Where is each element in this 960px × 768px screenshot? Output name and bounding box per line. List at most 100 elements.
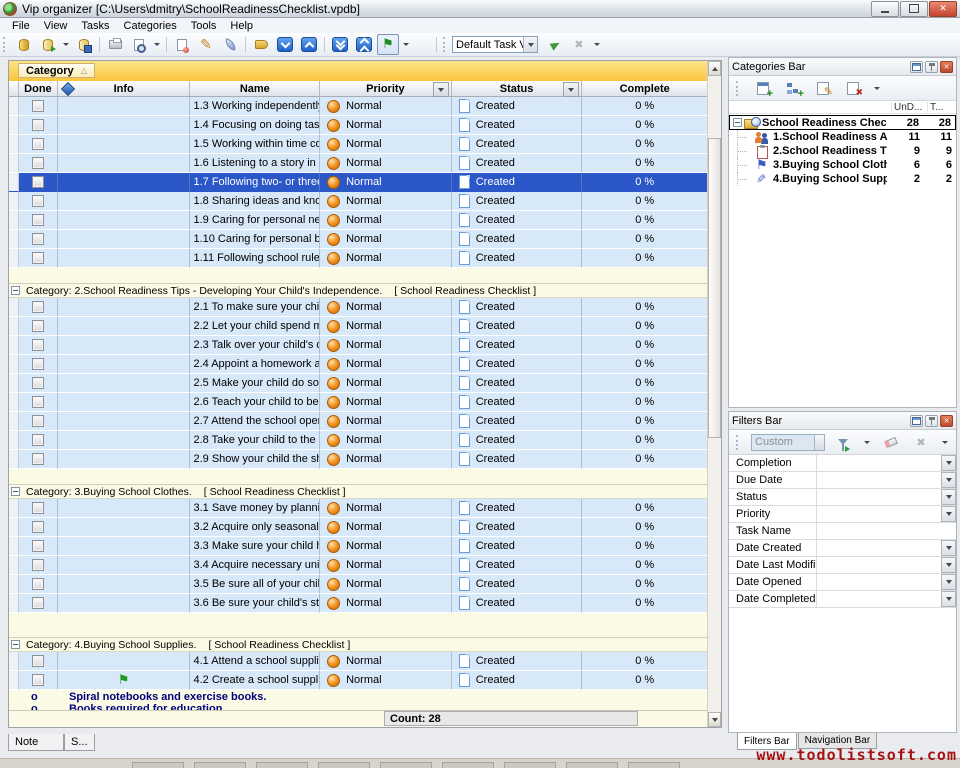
task-row[interactable]: 1.10 Caring for personal belongings.Norm… xyxy=(9,230,707,249)
priority-cell[interactable]: Normal xyxy=(320,374,452,393)
filter-value-field[interactable] xyxy=(817,455,941,471)
collapse-icon[interactable] xyxy=(11,487,20,496)
complete-cell[interactable]: 0 % xyxy=(582,556,707,575)
priority-cell[interactable]: Normal xyxy=(320,211,452,230)
task-row[interactable]: 2.8 Take your child to the schoolNormalC… xyxy=(9,431,707,450)
complete-cell[interactable]: 0 % xyxy=(582,537,707,556)
collapse-icon[interactable] xyxy=(733,118,742,127)
filter-value-dropdown[interactable] xyxy=(941,472,956,488)
task-name-cell[interactable]: 2.7 Attend the school open day xyxy=(190,412,320,431)
task-row[interactable]: 1.9 Caring for personal needs.NormalCrea… xyxy=(9,211,707,230)
status-cell[interactable]: Created xyxy=(452,374,583,393)
taskbar-button-stub[interactable] xyxy=(628,762,680,768)
done-cell[interactable] xyxy=(19,374,58,393)
filter-value-field[interactable] xyxy=(817,557,941,573)
done-cell[interactable] xyxy=(19,355,58,374)
move-up-button[interactable] xyxy=(298,34,320,55)
done-cell[interactable] xyxy=(19,317,58,336)
filter-value-field[interactable] xyxy=(817,506,941,522)
priority-cell[interactable]: Normal xyxy=(320,393,452,412)
complete-cell[interactable]: 0 % xyxy=(582,298,707,317)
done-cell[interactable] xyxy=(19,518,58,537)
done-cell[interactable] xyxy=(19,575,58,594)
task-name-cell[interactable]: 1.5 Working within time constraint. xyxy=(190,135,320,154)
priority-cell[interactable]: Normal xyxy=(320,431,452,450)
priority-cell[interactable]: Normal xyxy=(320,135,452,154)
task-name-cell[interactable]: 3.2 Acquire only seasonally xyxy=(190,518,320,537)
new-subcategory-button[interactable] xyxy=(782,78,804,99)
complete-cell[interactable]: 0 % xyxy=(582,97,707,116)
status-cell[interactable]: Created xyxy=(452,652,583,671)
minimize-button[interactable] xyxy=(871,1,899,17)
priority-cell[interactable]: Normal xyxy=(320,97,452,116)
categories-bar-header[interactable]: Categories Bar ✕ xyxy=(729,58,956,76)
group-by-band[interactable]: Category △ xyxy=(9,61,707,82)
priority-filter-dropdown[interactable] xyxy=(433,82,449,97)
scrollbar-track[interactable] xyxy=(708,76,721,712)
new-task-button[interactable] xyxy=(171,34,193,55)
toolbar-grip[interactable] xyxy=(3,37,8,52)
done-cell[interactable] xyxy=(19,393,58,412)
complete-cell[interactable]: 0 % xyxy=(582,135,707,154)
tree-header-total[interactable]: T... xyxy=(927,102,956,113)
done-checkbox[interactable] xyxy=(32,559,44,571)
done-checkbox[interactable] xyxy=(32,119,44,131)
done-checkbox[interactable] xyxy=(32,540,44,552)
priority-cell[interactable]: Normal xyxy=(320,154,452,173)
column-header-priority[interactable]: Priority xyxy=(320,81,452,96)
filter-value-dropdown[interactable] xyxy=(941,489,956,505)
tab-s[interactable]: S... xyxy=(64,734,95,751)
print-preview-button[interactable] xyxy=(128,34,150,55)
move-down-button[interactable] xyxy=(274,34,296,55)
filter-value-dropdown[interactable] xyxy=(941,540,956,556)
task-row[interactable]: ⚑4.2 Create a school supplies list.Norma… xyxy=(9,671,707,690)
done-cell[interactable] xyxy=(19,499,58,518)
task-name-cell[interactable]: 3.4 Acquire necessary uniforms or xyxy=(190,556,320,575)
close-panel-button[interactable]: ✕ xyxy=(940,61,953,73)
task-name-cell[interactable]: 3.3 Make sure your child has the xyxy=(190,537,320,556)
remove-filter-button[interactable] xyxy=(910,432,932,453)
priority-cell[interactable]: Normal xyxy=(320,317,452,336)
done-cell[interactable] xyxy=(19,336,58,355)
priority-cell[interactable]: Normal xyxy=(320,450,452,469)
priority-cell[interactable]: Normal xyxy=(320,173,452,192)
column-header-name[interactable]: Name xyxy=(190,81,320,96)
complete-cell[interactable]: 0 % xyxy=(582,230,707,249)
done-cell[interactable] xyxy=(19,594,58,613)
status-cell[interactable]: Created xyxy=(452,249,583,268)
priority-cell[interactable]: Normal xyxy=(320,556,452,575)
priority-cell[interactable]: Normal xyxy=(320,575,452,594)
task-row[interactable]: 1.4 Focusing on doing tasks,NormalCreate… xyxy=(9,116,707,135)
task-name-cell[interactable]: 1.8 Sharing ideas and knowledge xyxy=(190,192,320,211)
maximize-button[interactable] xyxy=(900,1,928,17)
done-cell[interactable] xyxy=(19,450,58,469)
task-row[interactable]: 1.6 Listening to a story in large andNor… xyxy=(9,154,707,173)
done-cell[interactable] xyxy=(19,537,58,556)
task-view-combobox[interactable]: Default Task V xyxy=(452,36,538,53)
complete-cell[interactable]: 0 % xyxy=(582,412,707,431)
scroll-up-button[interactable] xyxy=(708,61,721,76)
menu-item-view[interactable]: View xyxy=(37,20,75,32)
done-checkbox[interactable] xyxy=(32,578,44,590)
done-checkbox[interactable] xyxy=(32,597,44,609)
task-row[interactable]: 2.5 Make your child do some tasksNormalC… xyxy=(9,374,707,393)
filter-preset-dropdown[interactable] xyxy=(814,435,824,450)
done-cell[interactable] xyxy=(19,192,58,211)
task-name-cell[interactable]: 2.5 Make your child do some tasks xyxy=(190,374,320,393)
priority-cell[interactable]: Normal xyxy=(320,499,452,518)
done-checkbox[interactable] xyxy=(32,320,44,332)
done-cell[interactable] xyxy=(19,298,58,317)
filter-value-dropdown[interactable] xyxy=(941,506,956,522)
task-name-cell[interactable]: 2.2 Let your child spend more time xyxy=(190,317,320,336)
complete-cell[interactable]: 0 % xyxy=(582,450,707,469)
status-cell[interactable]: Created xyxy=(452,97,583,116)
done-cell[interactable] xyxy=(19,154,58,173)
done-cell[interactable] xyxy=(19,652,58,671)
task-row[interactable]: 3.2 Acquire only seasonallyNormalCreated… xyxy=(9,518,707,537)
task-row[interactable]: 1.7 Following two- or three-step oralNor… xyxy=(9,173,707,192)
status-cell[interactable]: Created xyxy=(452,518,583,537)
status-cell[interactable]: Created xyxy=(452,135,583,154)
menu-item-categories[interactable]: Categories xyxy=(117,20,184,32)
status-cell[interactable]: Created xyxy=(452,230,583,249)
done-checkbox[interactable] xyxy=(32,214,44,226)
